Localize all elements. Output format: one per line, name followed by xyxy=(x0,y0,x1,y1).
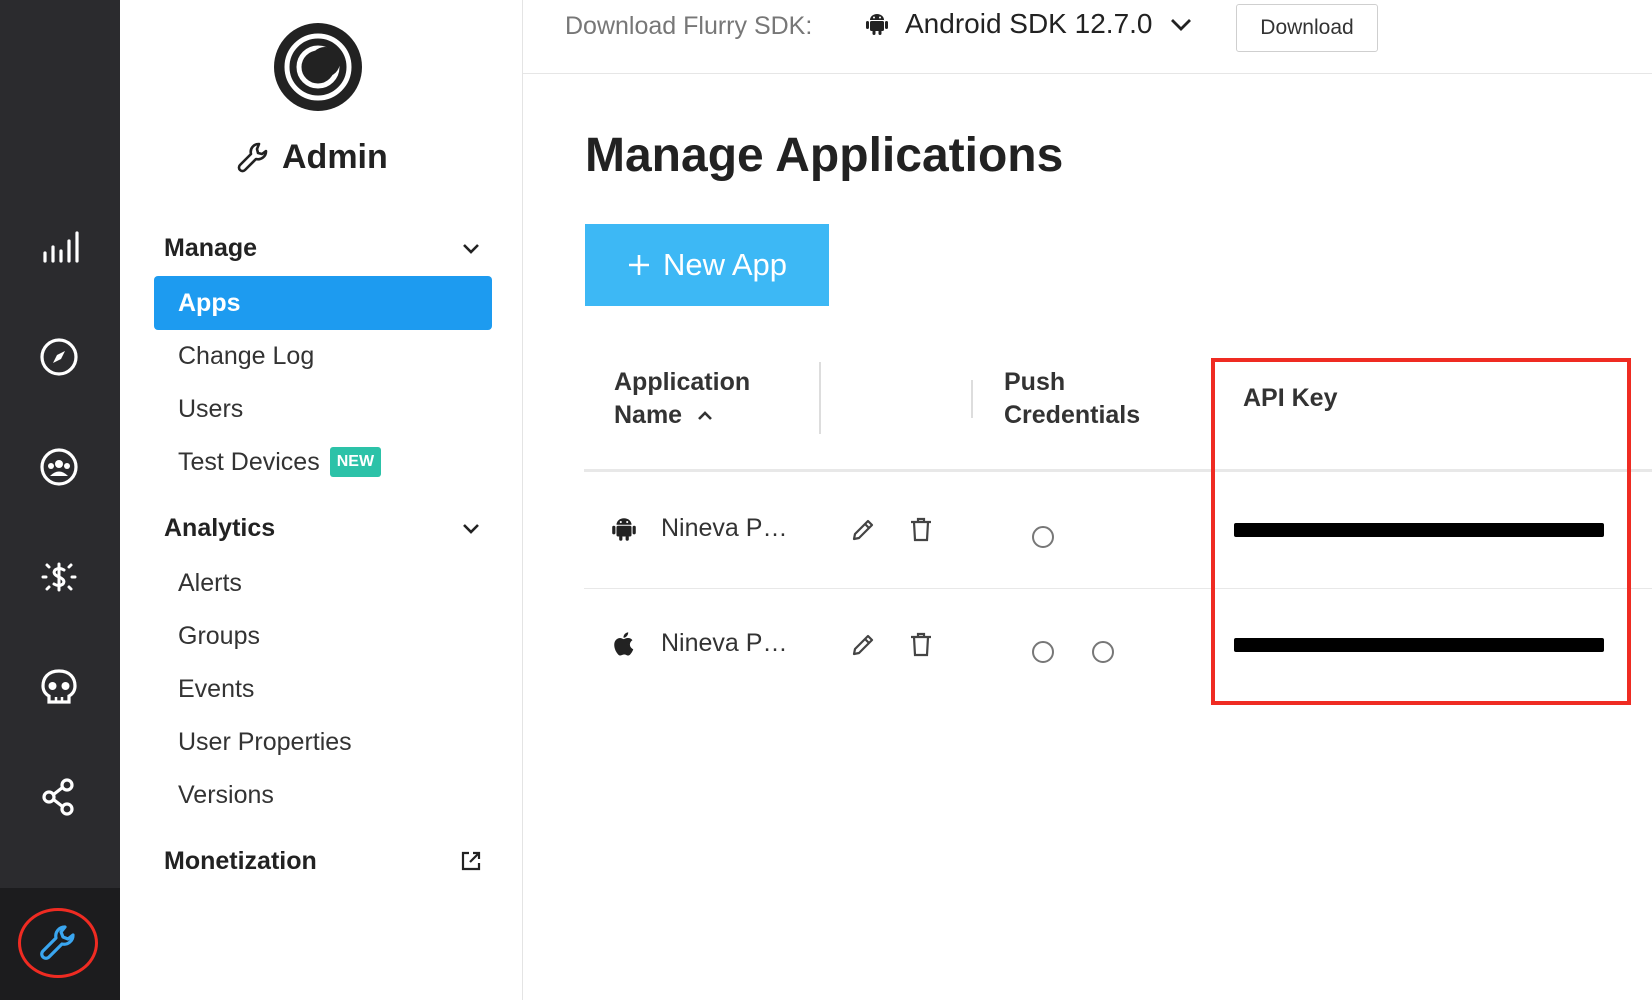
sdk-version-value: Android SDK 12.7.0 xyxy=(905,8,1153,39)
active-item-highlight-ring xyxy=(18,908,98,978)
column-divider xyxy=(971,380,973,418)
new-app-button[interactable]: New App xyxy=(585,224,829,306)
delete-trash-icon[interactable] xyxy=(906,629,936,659)
admin-title-text: Admin xyxy=(282,138,388,176)
page-title: Manage Applications xyxy=(585,129,1064,182)
sdk-version-select[interactable]: Android SDK 12.7.0 xyxy=(863,8,1195,40)
wrench-icon xyxy=(237,142,268,172)
sdk-download-label: Download Flurry SDK: xyxy=(565,12,813,40)
push-credential-radio[interactable] xyxy=(1092,641,1114,663)
nav-item-label: Apps xyxy=(178,288,241,317)
android-icon xyxy=(866,14,888,35)
nav-item-label: Events xyxy=(178,674,255,703)
nav-item-users[interactable]: Users xyxy=(154,382,492,436)
column-header-application-name[interactable]: Application Name xyxy=(614,366,750,432)
download-button[interactable]: Download xyxy=(1236,4,1378,52)
column-divider xyxy=(819,362,821,434)
android-icon xyxy=(612,518,636,541)
push-credential-radio[interactable] xyxy=(1032,526,1054,548)
nav-item-label: Change Log xyxy=(178,341,315,370)
chevron-down-icon xyxy=(463,244,479,254)
column-header-line: Credentials xyxy=(1004,401,1141,429)
app-name-cell[interactable]: Nineva P… xyxy=(661,514,787,543)
nav-item-versions[interactable]: Versions xyxy=(154,768,492,822)
nav-item-alerts[interactable]: Alerts xyxy=(154,556,492,610)
api-key-highlight-box xyxy=(1211,358,1631,705)
crash-skull-icon[interactable] xyxy=(30,658,88,716)
push-credential-radio[interactable] xyxy=(1032,641,1054,663)
nav-item-label: Alerts xyxy=(178,568,242,597)
chevron-down-icon xyxy=(1170,19,1191,31)
sort-ascending-icon xyxy=(698,410,713,420)
share-integrations-icon[interactable] xyxy=(30,768,88,826)
edit-pencil-icon[interactable] xyxy=(849,514,879,544)
column-header-line: Name xyxy=(614,401,683,429)
chevron-down-icon xyxy=(463,524,479,534)
revenue-dollar-icon[interactable] xyxy=(30,548,88,606)
app-name-cell[interactable]: Nineva P… xyxy=(661,629,787,658)
nav-item-groups[interactable]: Groups xyxy=(154,609,492,663)
nav-item-apps[interactable]: Apps xyxy=(154,276,492,330)
nav-item-label: Versions xyxy=(178,780,274,809)
top-bar: Download Flurry SDK: Android SDK 12.7.0 … xyxy=(523,0,1652,74)
flurry-logo-icon xyxy=(274,23,362,111)
column-header-line: Application xyxy=(614,368,751,396)
nav-item-test-devices[interactable]: Test Devices NEW xyxy=(154,435,492,489)
section-analytics[interactable]: Analytics xyxy=(164,508,482,548)
users-group-icon[interactable] xyxy=(30,438,88,496)
analytics-bar-chart-icon[interactable] xyxy=(30,218,88,276)
column-header-push-credentials: Push Credentials xyxy=(1004,366,1140,432)
edit-pencil-icon[interactable] xyxy=(849,629,879,659)
admin-heading: Admin xyxy=(236,138,388,177)
new-app-label: New App xyxy=(662,247,788,282)
section-monetization-label: Monetization xyxy=(164,846,317,875)
admin-sidebar: Admin Manage Apps Change Log Users Test … xyxy=(120,0,523,1000)
delete-trash-icon[interactable] xyxy=(906,514,936,544)
compass-icon[interactable] xyxy=(30,328,88,386)
nav-item-change-log[interactable]: Change Log xyxy=(154,329,492,383)
section-manage-label: Manage xyxy=(164,233,258,262)
nav-item-label: Test Devices xyxy=(178,447,320,476)
nav-item-user-properties[interactable]: User Properties xyxy=(154,715,492,769)
plus-icon xyxy=(628,255,649,275)
column-header-line: Push xyxy=(1004,368,1066,396)
apple-icon xyxy=(614,632,634,656)
icon-rail xyxy=(0,0,120,1000)
nav-item-label: Groups xyxy=(178,621,260,650)
section-manage[interactable]: Manage xyxy=(164,228,482,268)
external-link-icon xyxy=(461,851,481,871)
section-monetization[interactable]: Monetization xyxy=(164,841,482,881)
new-badge: NEW xyxy=(329,447,382,477)
nav-item-label: Users xyxy=(178,394,244,423)
section-analytics-label: Analytics xyxy=(164,513,276,542)
nav-item-label: User Properties xyxy=(178,727,352,756)
nav-item-events[interactable]: Events xyxy=(154,662,492,716)
